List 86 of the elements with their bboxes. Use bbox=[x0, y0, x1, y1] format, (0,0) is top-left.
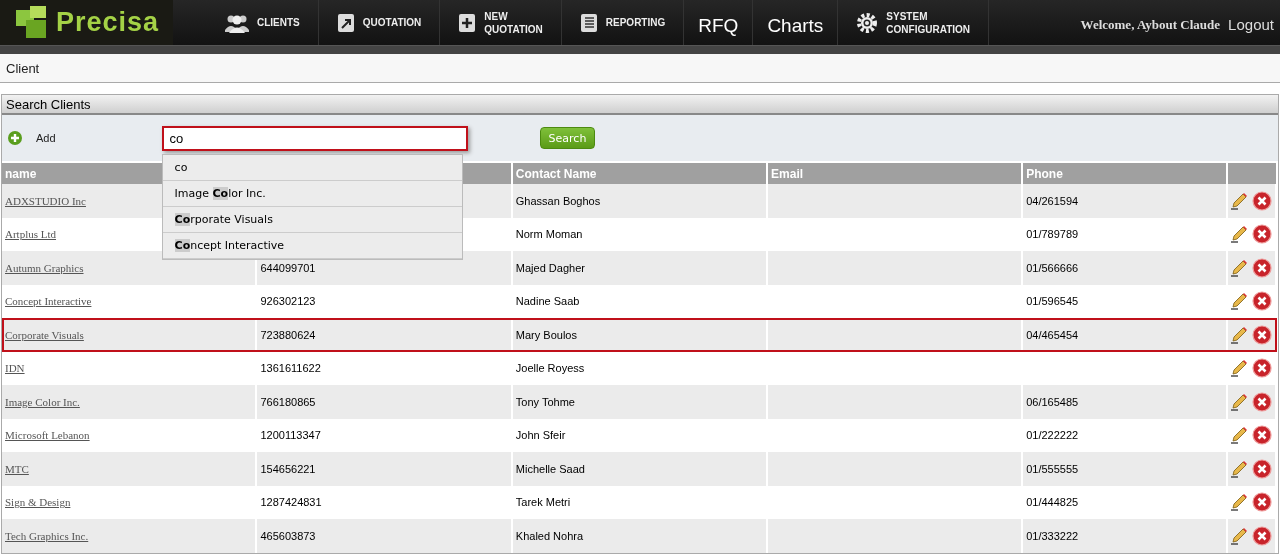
client-link[interactable]: Corporate Visuals bbox=[5, 328, 84, 341]
table-cell: Tony Tohme bbox=[515, 395, 575, 408]
table-cell: 01/222222 bbox=[1026, 429, 1079, 442]
delete-icon[interactable] bbox=[1252, 324, 1272, 345]
pencil-icon[interactable] bbox=[1230, 258, 1248, 277]
table-cell: 01/566666 bbox=[1026, 261, 1079, 274]
table-cell: Ghassan Boghos bbox=[515, 194, 601, 207]
delete-icon[interactable] bbox=[1252, 257, 1272, 278]
table-cell: 926302123 bbox=[260, 295, 316, 308]
panel-title: Search Clients bbox=[6, 96, 91, 112]
document-list-icon bbox=[579, 12, 598, 33]
delete-icon[interactable] bbox=[1252, 190, 1272, 211]
client-link[interactable]: Concept Interactive bbox=[5, 295, 92, 308]
pencil-icon[interactable] bbox=[1230, 292, 1248, 311]
client-link[interactable]: IDN bbox=[5, 362, 25, 375]
table-row[interactable]: Corporate Visuals 723880624 Mary Boulos 04/465454 bbox=[2, 318, 1277, 352]
delete-icon[interactable] bbox=[1252, 391, 1272, 412]
client-link[interactable]: Autumn Graphics bbox=[5, 261, 84, 274]
table-row[interactable]: MTC 154656221 Michelle Saad 01/555555 bbox=[2, 452, 1277, 486]
table-cell: 04/465454 bbox=[1026, 328, 1079, 341]
table-cell: Nadine Saab bbox=[515, 295, 580, 308]
table-cell: 766180865 bbox=[260, 395, 316, 408]
pencil-icon[interactable] bbox=[1230, 459, 1248, 478]
table-cell: 723880624 bbox=[260, 328, 316, 341]
table-row[interactable]: Image Color Inc. 766180865 Tony Tohme 06/165485 bbox=[2, 385, 1277, 419]
logout-link[interactable]: Logout bbox=[1228, 16, 1274, 33]
column-header: Contact Name bbox=[511, 162, 768, 184]
pencil-icon[interactable] bbox=[1230, 392, 1248, 411]
table-cell: 01/596545 bbox=[1026, 295, 1079, 308]
column-header: Phone bbox=[1022, 162, 1227, 184]
client-link[interactable]: Image Color Inc. bbox=[5, 395, 80, 408]
client-link[interactable]: ADXSTUDIO Inc bbox=[5, 194, 86, 207]
add-link[interactable]: Add bbox=[36, 132, 56, 144]
welcome-text: Welcome, Aybout Claude bbox=[1080, 16, 1221, 33]
delete-icon[interactable] bbox=[1252, 425, 1272, 446]
pencil-icon[interactable] bbox=[1230, 191, 1248, 210]
delete-icon[interactable] bbox=[1252, 291, 1272, 312]
table-row[interactable]: Autumn Graphics 644099701 Majed Dagher 01/566666 bbox=[2, 251, 1277, 285]
client-link[interactable]: Sign & Design bbox=[5, 496, 71, 509]
table-cell: 465603873 bbox=[260, 529, 316, 542]
logo[interactable]: Precisa bbox=[0, 0, 173, 45]
table-cell: Majed Dagher bbox=[515, 261, 585, 274]
table-cell: 644099701 bbox=[260, 261, 316, 274]
table-row[interactable]: Tech Graphics Inc. 465603873 Khaled Nohra 01/333222 bbox=[2, 519, 1277, 553]
suggestion-item[interactable]: Corporate Visuals bbox=[162, 206, 462, 233]
delete-icon[interactable] bbox=[1252, 492, 1272, 513]
pencil-icon[interactable] bbox=[1230, 225, 1248, 244]
table-cell: Mary Boulos bbox=[515, 328, 577, 341]
table-cell: 1200113347 bbox=[260, 429, 321, 442]
table-cell: John Sfeir bbox=[515, 429, 566, 442]
table-cell: Tarek Metri bbox=[515, 496, 571, 509]
client-link[interactable]: Tech Graphics Inc. bbox=[5, 529, 89, 542]
client-link[interactable]: Artplus Ltd bbox=[5, 228, 57, 241]
add-icon[interactable] bbox=[8, 131, 22, 145]
table-cell: Michelle Saad bbox=[515, 462, 585, 475]
pencil-icon[interactable] bbox=[1230, 359, 1248, 378]
suggestion-item[interactable]: Concept Interactive bbox=[162, 232, 462, 259]
delete-icon[interactable] bbox=[1252, 458, 1272, 479]
table-cell: Khaled Nohra bbox=[515, 529, 584, 542]
table-cell: Joelle Royess bbox=[515, 362, 585, 375]
breadcrumb: Client bbox=[6, 60, 40, 76]
delete-icon[interactable] bbox=[1252, 358, 1272, 379]
table-cell: 01/333222 bbox=[1026, 529, 1079, 542]
table-cell: 1361611622 bbox=[260, 362, 321, 375]
table-cell: 04/261594 bbox=[1026, 194, 1079, 207]
column-header: Email bbox=[767, 162, 1023, 184]
search-field[interactable]: co bbox=[161, 125, 468, 151]
delete-icon[interactable] bbox=[1252, 224, 1272, 245]
client-link[interactable]: MTC bbox=[5, 462, 29, 475]
pencil-icon[interactable] bbox=[1230, 493, 1248, 512]
table-cell: 06/165485 bbox=[1026, 395, 1079, 408]
table-cell: 01/789789 bbox=[1026, 228, 1079, 241]
table-cell: 154656221 bbox=[260, 462, 316, 475]
table-cell: Norm Moman bbox=[515, 228, 583, 241]
delete-icon[interactable] bbox=[1252, 525, 1272, 546]
table-cell: 1287424831 bbox=[260, 496, 322, 509]
pencil-icon[interactable] bbox=[1230, 526, 1248, 545]
pencil-icon[interactable] bbox=[1230, 426, 1248, 445]
suggestion-item[interactable]: Image Color Inc. bbox=[162, 180, 462, 207]
table-cell: 01/555555 bbox=[1026, 462, 1079, 475]
document-plus-icon bbox=[458, 12, 477, 33]
table-cell: 01/444825 bbox=[1026, 496, 1079, 509]
suggestion-item[interactable]: co bbox=[162, 154, 462, 181]
pencil-icon[interactable] bbox=[1230, 325, 1248, 344]
client-link[interactable]: Microsoft Lebanon bbox=[5, 429, 90, 442]
gear-icon bbox=[856, 11, 879, 34]
